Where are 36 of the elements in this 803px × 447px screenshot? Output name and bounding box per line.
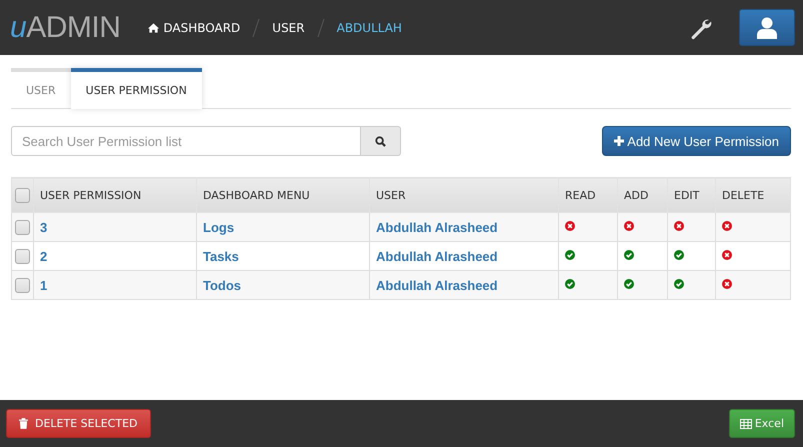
menu-link[interactable]: Logs [203,220,234,234]
row-checkbox[interactable] [15,220,30,234]
user-icon [757,16,777,38]
permission-link[interactable]: 3 [40,220,48,234]
breadcrumb-link[interactable]: USER [272,20,305,34]
logo[interactable]: uADMIN [10,10,120,44]
permission-link[interactable]: 1 [40,278,48,292]
select-all-checkbox[interactable] [15,188,30,202]
table-icon [740,418,752,428]
column-header: ADD [618,178,668,212]
menu-link[interactable]: Todos [203,278,242,292]
excel-button[interactable]: Excel [728,409,795,438]
search-button[interactable] [361,126,401,156]
breadcrumb-separator [252,18,260,38]
column-header: EDIT [668,178,716,212]
column-header: USER PERMISSION [34,178,196,212]
trash-icon [19,418,28,429]
column-header: USER [370,178,558,212]
breadcrumb-link[interactable]: DASHBOARD [148,20,240,34]
breadcrumb-link[interactable]: ABDULLAH [336,20,402,34]
plus-icon [614,136,624,146]
user-button[interactable] [739,9,795,46]
menu-link[interactable]: Tasks [203,248,239,264]
row-checkbox[interactable] [15,278,30,292]
home-icon [148,22,160,32]
add-button[interactable]: Add New User Permission [602,126,791,156]
breadcrumb-separator [316,18,325,38]
tab[interactable]: USER PERMISSION [70,68,202,109]
delete-selected-button[interactable]: DELETE SELECTED [6,409,150,438]
column-header: DELETE [716,178,790,212]
search-field[interactable]: Search User Permission list [11,126,361,156]
column-header: READ [558,178,618,212]
row-checkbox[interactable] [15,248,30,264]
column-header: DASHBOARD MENU [196,178,370,212]
search-icon [375,136,386,146]
permission-link[interactable]: 2 [40,248,48,264]
